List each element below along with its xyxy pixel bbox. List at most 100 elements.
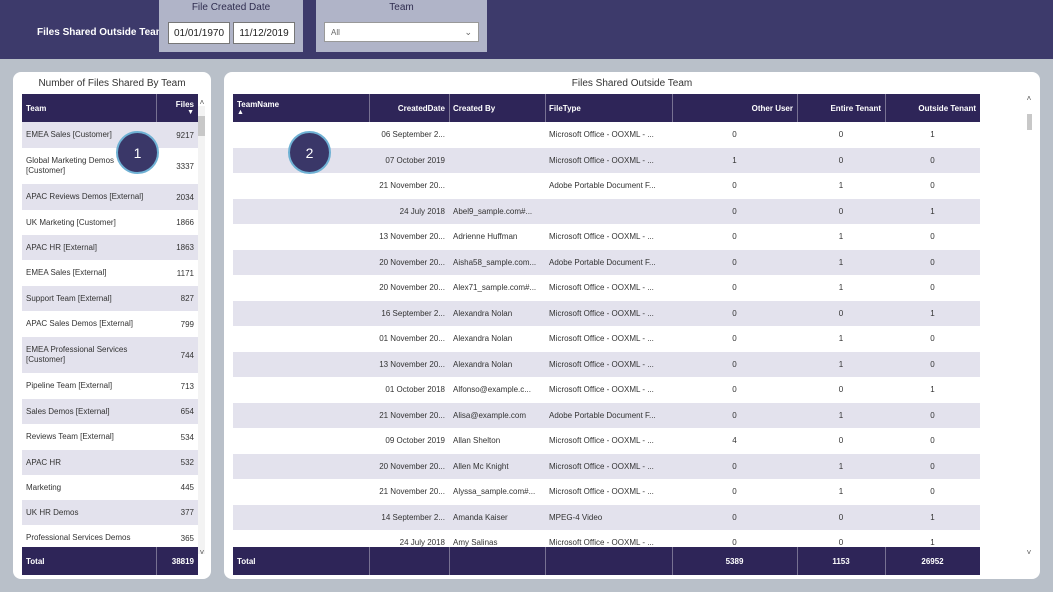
entire-tenant-cell: 1 — [838, 283, 844, 293]
created-by-cell: Alexandra Nolan — [453, 334, 513, 344]
total-label: Total — [26, 556, 45, 566]
filetype-cell: Microsoft Office - OOXML - ... — [549, 232, 654, 242]
column-header-other-user[interactable]: Other User — [672, 94, 797, 122]
table-row[interactable]: Sales Demos [External] 654 — [22, 399, 198, 424]
left-table-scrollbar[interactable] — [198, 106, 205, 554]
column-header-createdby[interactable]: Created By — [449, 94, 545, 122]
filetype-cell: Microsoft Office - OOXML - ... — [549, 308, 654, 318]
scrollbar-thumb[interactable] — [198, 116, 205, 136]
other-user-cell: 0 — [732, 181, 737, 191]
table-row[interactable]: 16 September 2... Alexandra Nolan Microsof… — [233, 300, 980, 326]
created-by-cell: Aisha58_sample.com... — [453, 257, 537, 267]
entire-tenant-cell: 1 — [838, 359, 844, 369]
end-date-input[interactable]: 11/12/2019 — [233, 22, 295, 44]
teamname-cell — [233, 250, 369, 276]
right-table-scrollbar[interactable] — [1026, 106, 1033, 554]
table-row[interactable]: Reviews Team [External] 534 — [22, 424, 198, 450]
filetype-cell: Microsoft Office - OOXML - ... — [549, 538, 654, 547]
filetype-cell: Adobe Portable Document F... — [549, 257, 656, 267]
table-row[interactable]: APAC Reviews Demos [External] 2034 — [22, 184, 198, 210]
files-cell: 534 — [180, 432, 194, 442]
table-row[interactable]: Professional Services Demos 365 — [22, 525, 198, 547]
table-row[interactable]: 01 November 20... Alexandra Nolan Microsof… — [233, 326, 980, 352]
left-table-title: Number of Files Shared By Team — [38, 78, 186, 89]
table-row[interactable]: 07 October 2019 Microsoft Office - OOXML … — [233, 147, 980, 173]
entire-tenant-cell: 1 — [838, 257, 844, 267]
column-header-createddate[interactable]: CreatedDate — [369, 94, 449, 122]
team-cell: UK Marketing [Customer] — [26, 217, 116, 227]
entire-tenant-cell: 1 — [838, 232, 844, 242]
table-row[interactable]: UK HR Demos 377 — [22, 500, 198, 525]
date-slicer: File Created Date 01/01/1970 11/12/2019 — [159, 0, 303, 52]
outside-tenant-cell: 0 — [930, 487, 935, 497]
outside-tenant-cell: 0 — [930, 410, 935, 420]
table-row[interactable]: Pipeline Team [External] 713 — [22, 373, 198, 399]
table-row[interactable]: APAC Sales Demos [External] 799 — [22, 311, 198, 337]
created-date-cell: 20 November 20... — [379, 461, 445, 471]
table-row[interactable]: 21 November 20... Alisa@example.com Adobe … — [233, 402, 980, 428]
filetype-cell: Microsoft Office - OOXML - ... — [549, 334, 654, 344]
chevron-down-icon: ⌄ — [464, 27, 472, 37]
scroll-down-icon[interactable]: ˅ — [1024, 548, 1034, 557]
table-row[interactable]: APAC HR 532 — [22, 450, 198, 475]
table-row[interactable]: 20 November 20... Alex71_sample.com#... Mi… — [233, 275, 980, 301]
table-row[interactable]: 20 November 20... Allen Mc Knight Microsof… — [233, 453, 980, 479]
filetype-cell: Adobe Portable Document F... — [549, 181, 656, 191]
left-table-total-row: Total 38819 — [22, 547, 198, 575]
column-header-entire-tenant[interactable]: Entire Tenant — [797, 94, 885, 122]
team-slicer: Team All ⌄ — [316, 0, 487, 52]
filetype-cell: Microsoft Office - OOXML - ... — [549, 359, 654, 369]
left-table-body: EMEA Sales [Customer] 9217 Global Marketin… — [22, 122, 198, 547]
table-row[interactable]: 21 November 20... Adobe Portable Document… — [233, 173, 980, 199]
teamname-cell — [233, 224, 369, 250]
outside-tenant-cell: 0 — [930, 461, 935, 471]
filetype-cell: Microsoft Office - OOXML - ... — [549, 283, 654, 293]
team-cell: Support Team [External] — [26, 293, 112, 303]
column-header-filetype[interactable]: FileType — [545, 94, 672, 122]
created-date-cell: 13 November 20... — [379, 232, 445, 242]
table-row[interactable]: APAC HR [External] 1863 — [22, 235, 198, 260]
filetype-cell: Microsoft Office - OOXML - ... — [549, 155, 654, 165]
table-row[interactable]: EMEA Professional Services [Customer] 744 — [22, 337, 198, 373]
table-row[interactable]: 21 November 20... Alyssa_sample.com#... Mi… — [233, 479, 980, 505]
table-row[interactable]: Global Marketing Demos [Customer] 3337 — [22, 148, 198, 184]
files-cell: 799 — [180, 319, 194, 329]
right-table-total-row: Total 5389 1153 26952 — [233, 547, 980, 575]
table-row[interactable]: Support Team [External] 827 — [22, 286, 198, 311]
created-by-cell: Abel9_sample.com#... — [453, 206, 533, 216]
scroll-down-icon[interactable]: ˅ — [197, 548, 207, 557]
table-row[interactable]: 14 September 2... Amanda Kaiser MPEG-4 Vid… — [233, 504, 980, 530]
table-row[interactable]: 24 July 2018 Abel9_sample.com#... 0 0 1 — [233, 198, 980, 224]
outside-tenant-cell: 1 — [930, 206, 935, 216]
team-dropdown[interactable]: All ⌄ — [324, 22, 479, 42]
column-header-outside-tenant[interactable]: Outside Tenant — [885, 94, 980, 122]
table-row[interactable]: 06 September 2... Microsoft Office - OOXM… — [233, 122, 980, 148]
table-row[interactable]: 24 July 2018 Amy Salinas Microsoft Office … — [233, 530, 980, 547]
table-row[interactable]: 09 October 2019 Allan Shelton Microsoft Of… — [233, 428, 980, 454]
outside-tenant-cell: 1 — [930, 385, 935, 395]
scrollbar-thumb[interactable] — [1027, 114, 1032, 130]
table-row[interactable]: 13 November 20... Adrienne Huffman Microso… — [233, 224, 980, 250]
table-row[interactable]: UK Marketing [Customer] 1866 — [22, 210, 198, 235]
table-row[interactable]: 01 October 2018 Alfonso@example.c... Micro… — [233, 377, 980, 403]
other-user-cell: 0 — [732, 308, 737, 318]
files-cell: 2034 — [176, 192, 194, 202]
scroll-up-icon[interactable]: ˄ — [197, 98, 207, 107]
start-date-input[interactable]: 01/01/1970 — [168, 22, 230, 44]
report-title: Files Shared Outside Team — [37, 27, 165, 38]
table-row[interactable]: 20 November 20... Aisha58_sample.com... Ad… — [233, 249, 980, 276]
other-user-cell: 0 — [732, 232, 737, 242]
column-header-files[interactable]: Files ▼ — [156, 94, 198, 122]
scroll-up-icon[interactable]: ˄ — [1024, 94, 1034, 103]
table-row[interactable]: EMEA Sales [External] 1171 — [22, 260, 198, 286]
created-by-cell — [449, 173, 545, 199]
column-header-team[interactable]: Team — [22, 94, 156, 122]
table-row[interactable]: 13 November 20... Alexandra Nolan Microsof… — [233, 351, 980, 377]
table-row[interactable]: EMEA Sales [Customer] 9217 — [22, 122, 198, 148]
other-user-cell: 0 — [732, 130, 737, 140]
table-row[interactable]: Marketing 445 — [22, 475, 198, 500]
column-header-teamname[interactable]: TeamName ▲ — [233, 94, 369, 122]
files-cell: 1171 — [176, 268, 194, 278]
other-user-cell: 0 — [732, 538, 737, 547]
files-cell: 3337 — [176, 161, 194, 171]
